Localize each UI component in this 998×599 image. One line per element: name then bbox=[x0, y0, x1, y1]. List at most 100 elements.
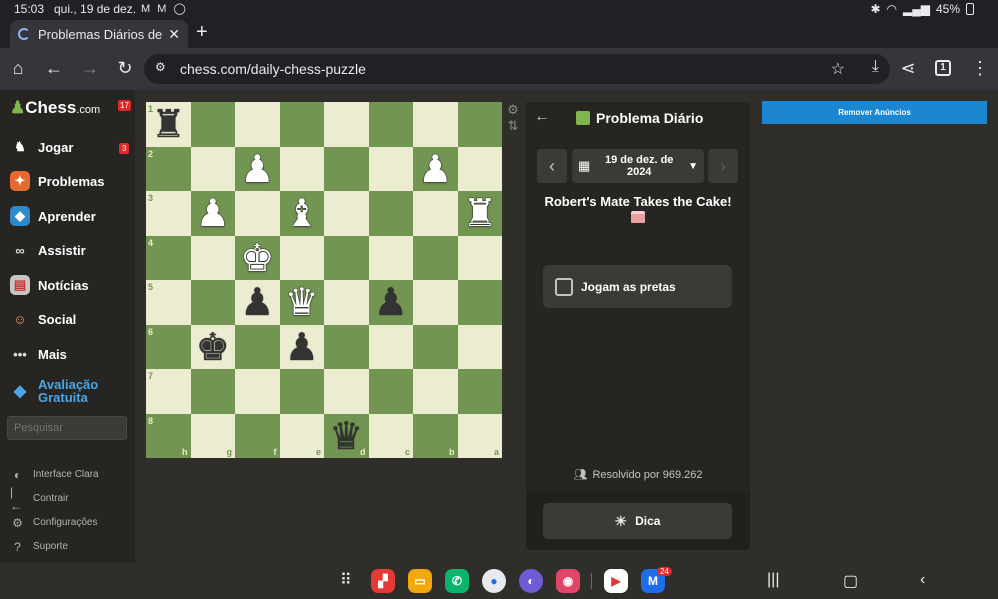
back-arrow-icon[interactable]: ← bbox=[534, 108, 550, 126]
board-square[interactable] bbox=[190, 235, 235, 280]
board-square[interactable]: ♟ bbox=[368, 280, 413, 325]
white-piece[interactable]: ♚ bbox=[240, 239, 274, 277]
reload-icon[interactable]: ↻ bbox=[114, 57, 136, 79]
sidebar-item-aprender[interactable]: ◆ Aprender bbox=[10, 205, 96, 227]
white-piece[interactable]: ♜ bbox=[463, 194, 497, 232]
board-square[interactable]: ♚ bbox=[235, 235, 280, 280]
board-square[interactable] bbox=[413, 280, 458, 325]
recents-icon[interactable]: ||| bbox=[767, 571, 779, 589]
board-square[interactable] bbox=[279, 102, 324, 147]
download-icon[interactable]: ⤓ bbox=[872, 58, 879, 76]
board-square[interactable] bbox=[457, 369, 502, 414]
sidebar-item-social[interactable]: ☺ Social bbox=[10, 308, 76, 330]
sidebar-item-assistir[interactable]: ∞ Assistir bbox=[10, 239, 85, 261]
board-square[interactable]: ♝ bbox=[279, 191, 324, 236]
black-piece[interactable]: ♜ bbox=[151, 105, 185, 143]
board-square[interactable]: b bbox=[413, 413, 458, 458]
board-square[interactable] bbox=[457, 324, 502, 369]
board-square[interactable]: e bbox=[279, 413, 324, 458]
board-square[interactable] bbox=[368, 191, 413, 236]
board-square[interactable] bbox=[190, 102, 235, 147]
sidebar-bottom-support[interactable]: ? Suporte bbox=[10, 539, 68, 554]
board-square[interactable] bbox=[413, 324, 458, 369]
hint-button[interactable]: ☀ Dica bbox=[543, 503, 732, 539]
board-square[interactable] bbox=[324, 102, 369, 147]
board-square[interactable] bbox=[324, 146, 369, 191]
board-square[interactable] bbox=[279, 369, 324, 414]
browser-tab[interactable]: Problemas Diários de Xadrez ✕ bbox=[10, 20, 188, 48]
date-selector[interactable]: ▦ 19 de dez. de 2024 ▼ bbox=[572, 149, 704, 183]
close-tab-icon[interactable]: ✕ bbox=[168, 26, 180, 43]
board-square[interactable] bbox=[413, 102, 458, 147]
board-square[interactable]: ♚ bbox=[190, 324, 235, 369]
board-square[interactable]: ♟ bbox=[235, 280, 280, 325]
nav-back-icon[interactable]: ‹ bbox=[920, 571, 925, 589]
board-square[interactable]: ♛ bbox=[279, 280, 324, 325]
board-square[interactable]: ♟ bbox=[235, 146, 280, 191]
board-square[interactable] bbox=[457, 235, 502, 280]
black-piece[interactable]: ♛ bbox=[329, 417, 363, 455]
board-square[interactable] bbox=[368, 235, 413, 280]
board-square[interactable] bbox=[413, 235, 458, 280]
board-square[interactable] bbox=[324, 235, 369, 280]
board-square[interactable] bbox=[235, 191, 280, 236]
forward-icon[interactable]: → bbox=[79, 57, 101, 79]
youtube-app-icon[interactable]: ▶ bbox=[604, 569, 628, 593]
board-square[interactable]: 3 bbox=[146, 191, 191, 236]
color-to-move[interactable]: Jogam as pretas bbox=[543, 265, 732, 308]
white-piece[interactable]: ♟ bbox=[240, 150, 274, 188]
back-icon[interactable]: ← bbox=[43, 57, 65, 79]
search-input[interactable] bbox=[7, 416, 127, 440]
board-square[interactable] bbox=[368, 324, 413, 369]
black-piece[interactable]: ♟ bbox=[240, 283, 274, 321]
board-settings-icon[interactable]: ⚙ bbox=[506, 102, 520, 118]
board-square[interactable]: d ♛ bbox=[324, 413, 369, 458]
bookmark-star-icon[interactable]: ☆ bbox=[831, 59, 845, 79]
board-square[interactable]: 1 ♜ bbox=[146, 102, 191, 147]
camera-app-icon[interactable]: ◉ bbox=[556, 569, 580, 593]
remove-ads-button[interactable]: Remover Anúncios bbox=[762, 101, 987, 124]
board-square[interactable] bbox=[235, 369, 280, 414]
chess-board[interactable]: 1 ♜ 2 ♟ ♟ 3 ♟ ♝ ♜ 4 ♚ 5 ♟ ♛ ♟ 6 ♚ ♟ 7 8 h g f e d ♛ c b a bbox=[146, 102, 502, 458]
board-square[interactable] bbox=[457, 102, 502, 147]
board-square[interactable]: ♜ bbox=[457, 191, 502, 236]
sidebar-item-noticias[interactable]: ▤ Notícias bbox=[10, 274, 89, 296]
white-piece[interactable]: ♟ bbox=[418, 150, 452, 188]
board-square[interactable] bbox=[457, 146, 502, 191]
white-piece[interactable]: ♟ bbox=[196, 194, 230, 232]
board-square[interactable]: 6 bbox=[146, 324, 191, 369]
tab-count-button[interactable]: 1 bbox=[935, 60, 951, 76]
board-square[interactable] bbox=[279, 235, 324, 280]
sidebar-item-trial[interactable]: ◆ Avaliação Gratuita bbox=[10, 377, 98, 405]
sidebar-bottom-theme[interactable]: ◐ Interface Clara bbox=[10, 467, 99, 482]
board-square[interactable] bbox=[368, 369, 413, 414]
new-tab-icon[interactable]: + bbox=[196, 22, 208, 42]
board-square[interactable] bbox=[190, 146, 235, 191]
board-square[interactable] bbox=[457, 280, 502, 325]
board-square[interactable] bbox=[324, 280, 369, 325]
messages-app-icon[interactable]: ● bbox=[482, 569, 506, 593]
board-square[interactable]: c bbox=[368, 413, 413, 458]
board-square[interactable] bbox=[190, 280, 235, 325]
url-text[interactable]: chess.com/daily-chess-puzzle bbox=[180, 61, 366, 77]
board-square[interactable] bbox=[190, 369, 235, 414]
sidebar-bottom-collapse[interactable]: |← Contrair bbox=[10, 485, 69, 513]
board-square[interactable]: ♟ bbox=[413, 146, 458, 191]
board-square[interactable]: g bbox=[190, 413, 235, 458]
black-piece[interactable]: ♟ bbox=[374, 283, 408, 321]
menu-icon[interactable]: ⋮ bbox=[969, 57, 991, 79]
board-square[interactable]: 2 bbox=[146, 146, 191, 191]
black-piece[interactable]: ♟ bbox=[285, 328, 319, 366]
flipboard-app-icon[interactable]: ▞ bbox=[371, 569, 395, 593]
home-icon[interactable]: ⌂ bbox=[7, 57, 29, 79]
files-app-icon[interactable]: ▭ bbox=[408, 569, 432, 593]
home-button-icon[interactable]: ▢ bbox=[843, 571, 858, 591]
browser-app-icon[interactable]: ◐ bbox=[519, 569, 543, 593]
site-settings-icon[interactable]: ⚙ bbox=[155, 60, 166, 74]
board-square[interactable] bbox=[324, 324, 369, 369]
sidebar-item-jogar[interactable]: ♞ Jogar bbox=[10, 136, 73, 158]
board-square[interactable]: 4 bbox=[146, 235, 191, 280]
board-square[interactable]: ♟ bbox=[190, 191, 235, 236]
board-square[interactable]: f bbox=[235, 413, 280, 458]
board-square[interactable]: ♟ bbox=[279, 324, 324, 369]
